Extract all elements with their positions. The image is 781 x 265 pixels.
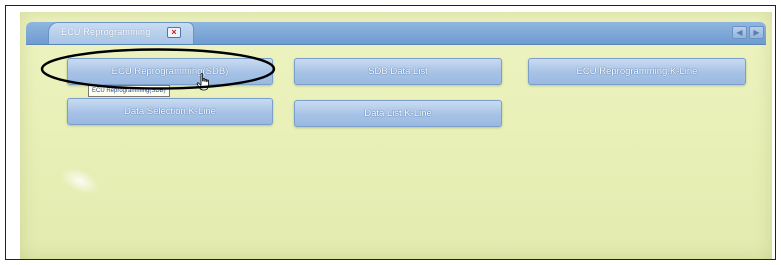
hand-pointer-icon bbox=[196, 73, 209, 91]
tab-label: ECU Reprogramming bbox=[61, 27, 151, 37]
ecu-reprogramming-k-line-button[interactable]: ECU Reprogramming.K-Line bbox=[528, 58, 746, 85]
tooltip: ECU Reprogramming(SDB) bbox=[88, 85, 170, 97]
app-window: ECU Reprogramming × ◀ ▶ ECU Reprogrammin… bbox=[20, 12, 772, 259]
screen-glare bbox=[57, 162, 103, 200]
tab-ecu-reprogramming[interactable]: ECU Reprogramming × bbox=[48, 22, 194, 44]
ecu-reprogramming-sdb-button[interactable]: ECU Reprogramming(SDB) bbox=[67, 58, 273, 85]
scroll-left-icon[interactable]: ◀ bbox=[732, 26, 747, 39]
data-selection-k-line-button[interactable]: Data Selection.K-Line bbox=[67, 98, 273, 125]
sdb-data-list-button[interactable]: SDB Data List bbox=[294, 58, 502, 85]
data-list-k-line-button[interactable]: Data List.K-Line bbox=[294, 100, 502, 127]
close-icon[interactable]: × bbox=[167, 27, 181, 38]
screenshot-frame: ECU Reprogramming × ◀ ▶ ECU Reprogrammin… bbox=[5, 5, 776, 260]
tab-bar: ECU Reprogramming × ◀ ▶ bbox=[26, 22, 766, 45]
scroll-right-icon[interactable]: ▶ bbox=[749, 26, 764, 39]
